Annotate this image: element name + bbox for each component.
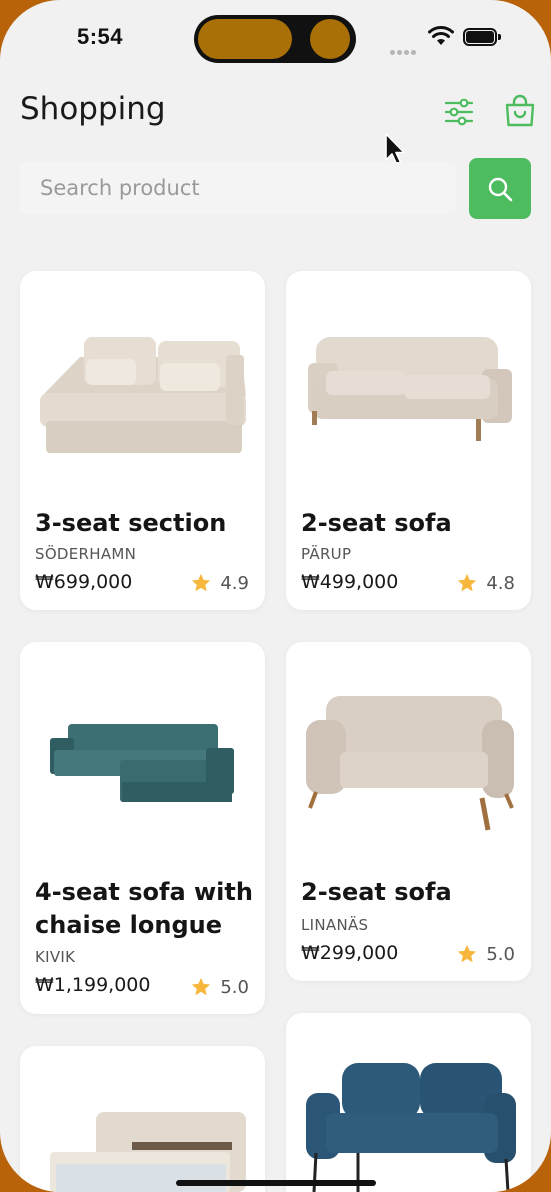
search-input[interactable] [20, 162, 456, 214]
wifi-icon [428, 26, 454, 45]
product-price: ₩1,199,000 [35, 974, 151, 996]
filter-sliders-icon[interactable] [443, 96, 475, 128]
rating-value: 4.8 [486, 572, 515, 594]
product-brand: SÖDERHAMN [35, 545, 137, 563]
sectional-sofa-image [50, 724, 234, 802]
sofa-bed-image [50, 1112, 246, 1192]
search-field[interactable] [20, 162, 456, 214]
star-icon [192, 977, 211, 996]
product-card[interactable]: 2-seat sofa LINANÄS ₩299,000 5.0 [286, 642, 531, 981]
product-rating: 4.8 [456, 572, 515, 594]
product-name: 3-seat section [35, 509, 227, 537]
product-name: 4-seat sofa with chaise longue [35, 878, 253, 939]
rating-value: 4.9 [220, 572, 249, 594]
dynamic-island [194, 15, 356, 63]
product-brand: KIVIK [35, 948, 76, 966]
product-brand: PÄRUP [301, 545, 352, 563]
product-card[interactable]: 4-seat sofa with chaise longue KIVIK ₩1,… [20, 642, 265, 1014]
shopping-bag-icon[interactable] [504, 94, 536, 128]
product-rating: 5.0 [190, 976, 249, 998]
product-name: 2-seat sofa [301, 878, 452, 906]
product-rating: 4.9 [190, 572, 249, 594]
status-bar: 5:54 [0, 0, 551, 80]
product-card[interactable] [286, 1013, 531, 1192]
product-price: ₩699,000 [35, 571, 133, 593]
product-card[interactable] [20, 1046, 265, 1192]
product-card[interactable]: 2-seat sofa PÄRUP ₩499,000 4.8 [286, 271, 531, 610]
sofa-section-image [40, 337, 246, 453]
product-price: ₩499,000 [301, 571, 399, 593]
product-name: 2-seat sofa [301, 509, 452, 537]
sofa-image [308, 337, 512, 441]
search-icon [488, 177, 513, 201]
star-icon [458, 573, 477, 592]
star-icon [192, 573, 211, 592]
sofa-image [306, 696, 514, 831]
rating-value: 5.0 [486, 943, 515, 965]
star-icon [458, 944, 477, 963]
search-button[interactable] [469, 158, 531, 219]
product-card[interactable]: 3-seat section SÖDERHAMN ₩699,000 4.9 [20, 271, 265, 610]
page-title: Shopping [20, 91, 166, 127]
product-price: ₩299,000 [301, 942, 399, 964]
blue-sofa-image [306, 1063, 516, 1192]
home-indicator[interactable] [176, 1180, 376, 1186]
status-time: 5:54 [77, 24, 124, 49]
product-rating: 5.0 [456, 943, 515, 965]
island-activity-dot [310, 19, 350, 59]
product-brand: LINANÄS [301, 916, 369, 934]
island-activity-pill [198, 19, 292, 59]
battery-icon [463, 28, 501, 46]
cellular-signal-icon [390, 40, 418, 59]
phone-screen: 5:54 Shopping Search product 3-seat sect… [0, 0, 551, 1192]
rating-value: 5.0 [220, 976, 249, 998]
